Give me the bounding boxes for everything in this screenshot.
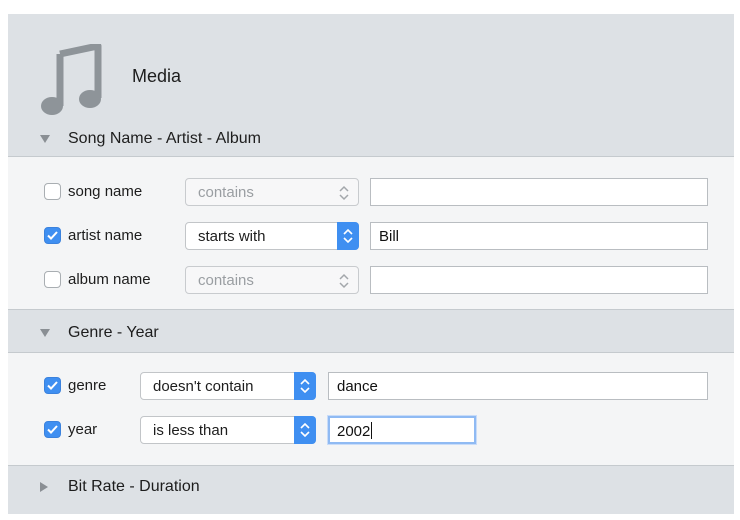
section-label: Song Name - Artist - Album [68, 130, 261, 147]
year-value-input[interactable]: 2002 [328, 416, 476, 444]
album-name-value-input[interactable] [370, 266, 708, 294]
page-title: Media [132, 66, 182, 86]
disclosure-triangle-down-icon [40, 135, 50, 143]
checkmark-icon [47, 425, 58, 434]
section-body-song-artist-album: song name contains artist name starts wi… [8, 156, 734, 310]
album-name-label: album name [68, 271, 151, 288]
album-name-operator-select[interactable]: contains [185, 266, 359, 294]
artist-name-checkbox[interactable] [44, 227, 61, 244]
select-stepper [337, 222, 359, 250]
up-down-arrows-icon [343, 229, 353, 243]
media-header: Media [8, 14, 734, 122]
album-name-checkbox[interactable] [44, 271, 61, 288]
year-label: year [68, 421, 98, 438]
checkmark-icon [47, 381, 58, 390]
year-operator-select[interactable]: is less than [140, 416, 316, 444]
up-down-arrows-icon [339, 273, 349, 289]
up-down-arrows-icon [300, 379, 310, 393]
section-body-genre-year: genre doesn't contain dance year is less… [8, 352, 734, 466]
section-header-song-artist-album[interactable]: Song Name - Artist - Album [8, 122, 734, 156]
rule-row-album-name: album name contains [8, 266, 734, 294]
rule-row-genre: genre doesn't contain dance [8, 372, 734, 400]
select-value: contains [198, 272, 254, 289]
up-down-arrows-icon [300, 423, 310, 437]
genre-operator-select[interactable]: doesn't contain [140, 372, 316, 400]
song-name-value-input[interactable] [370, 178, 708, 206]
input-value: dance [337, 378, 378, 395]
song-name-checkbox[interactable] [44, 183, 61, 200]
disclosure-triangle-down-icon [40, 329, 50, 337]
section-header-genre-year[interactable]: Genre - Year [8, 316, 734, 350]
genre-checkbox[interactable] [44, 377, 61, 394]
music-note-icon [41, 44, 102, 115]
input-value: Bill [379, 228, 400, 245]
select-value: starts with [198, 228, 266, 245]
section-label: Genre - Year [68, 324, 159, 341]
input-value: 2002 [337, 422, 373, 440]
select-stepper [294, 416, 316, 444]
genre-label: genre [68, 377, 107, 394]
rule-row-song-name: song name contains [8, 178, 734, 206]
rule-row-year: year is less than 2002 [8, 416, 734, 444]
media-panel: Media Song Name - Artist - Album song na… [8, 14, 734, 514]
section-label: Bit Rate - Duration [68, 478, 200, 495]
text-caret [371, 422, 373, 439]
rule-row-artist-name: artist name starts with Bill [8, 222, 734, 250]
select-value: doesn't contain [153, 378, 254, 395]
song-name-label: song name [68, 183, 143, 200]
artist-name-operator-select[interactable]: starts with [185, 222, 359, 250]
checkmark-icon [47, 231, 58, 240]
disclosure-triangle-right-icon [40, 482, 48, 492]
genre-value-input[interactable]: dance [328, 372, 708, 400]
artist-name-value-input[interactable]: Bill [370, 222, 708, 250]
artist-name-label: artist name [68, 227, 143, 244]
song-name-operator-select[interactable]: contains [185, 178, 359, 206]
select-stepper [294, 372, 316, 400]
select-value: is less than [153, 422, 229, 439]
input-text: 2002 [337, 423, 371, 440]
year-checkbox[interactable] [44, 421, 61, 438]
select-value: contains [198, 184, 254, 201]
up-down-arrows-icon [339, 185, 349, 201]
section-header-bitrate-duration[interactable]: Bit Rate - Duration [8, 470, 734, 504]
